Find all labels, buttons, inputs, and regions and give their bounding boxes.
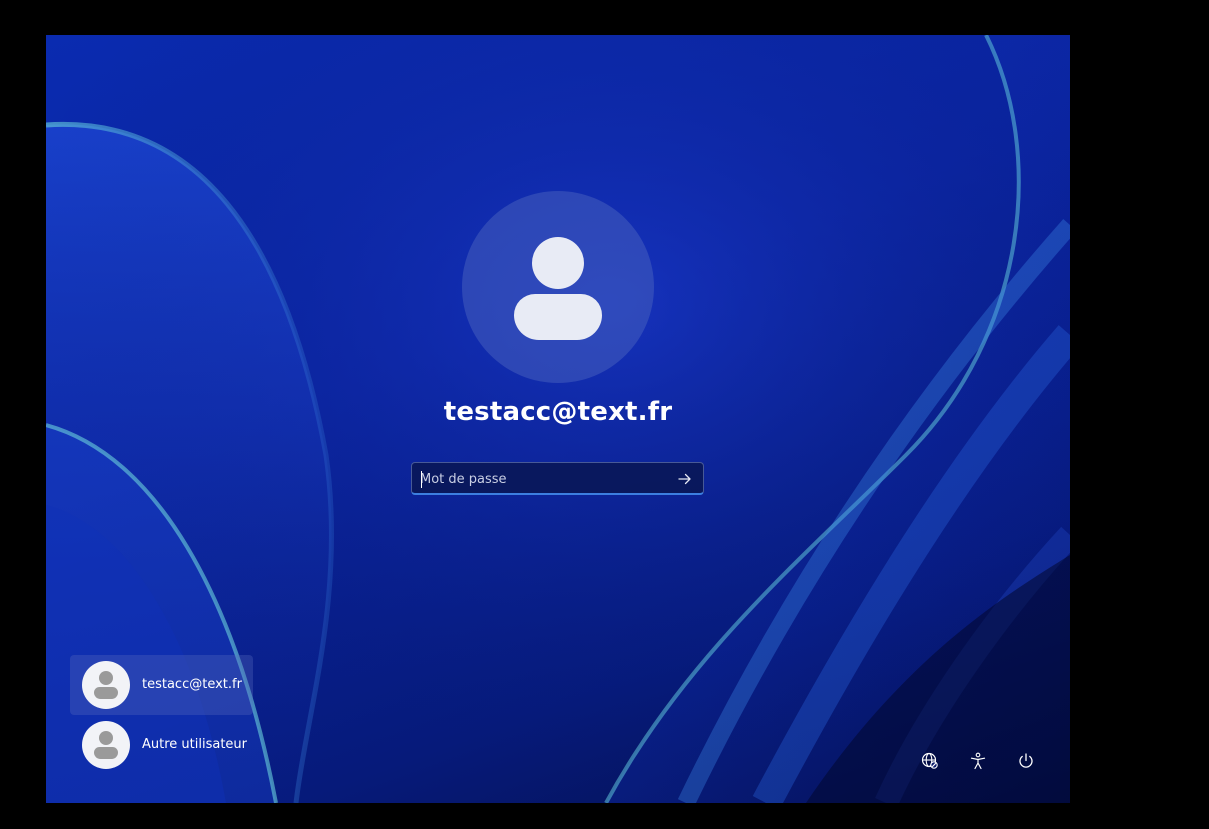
user-avatar-icon xyxy=(82,721,130,769)
network-icon[interactable] xyxy=(920,751,940,771)
power-icon[interactable] xyxy=(1016,751,1036,771)
arrow-right-icon[interactable] xyxy=(673,467,697,491)
avatar-head xyxy=(532,237,584,289)
password-input[interactable] xyxy=(420,467,670,491)
user-avatar-icon xyxy=(82,661,130,709)
accessibility-icon[interactable] xyxy=(968,751,988,771)
user-list-label: testacc@text.fr xyxy=(142,677,242,692)
username-label: testacc@text.fr xyxy=(443,397,673,427)
avatar-body xyxy=(514,294,602,340)
user-list-item-other[interactable]: Autre utilisateur xyxy=(70,715,253,775)
user-avatar-icon xyxy=(462,191,654,383)
password-field[interactable] xyxy=(411,462,704,495)
text-caret xyxy=(421,471,422,488)
lock-screen: testacc@text.fr testacc@text.fr Autre ut… xyxy=(46,35,1070,803)
user-list-item-testacc[interactable]: testacc@text.fr xyxy=(70,655,253,715)
user-list-label: Autre utilisateur xyxy=(142,737,248,752)
